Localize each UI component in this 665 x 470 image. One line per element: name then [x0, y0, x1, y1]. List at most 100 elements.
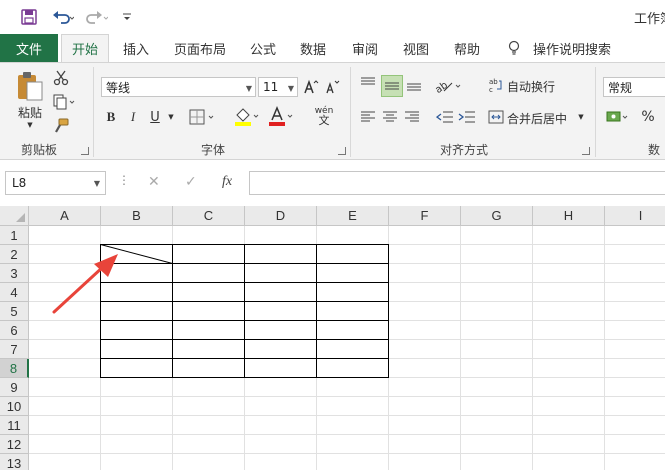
tab-help[interactable]: 帮助 [454, 34, 480, 62]
cancel-icon[interactable]: ✕ [148, 174, 160, 190]
gridline [29, 453, 665, 454]
column-header-h[interactable]: H [533, 206, 605, 226]
tab-home[interactable]: 开始 [61, 34, 110, 62]
row-header-5[interactable]: 5 [0, 302, 29, 321]
tell-me-search[interactable]: 操作说明搜索 [533, 34, 611, 62]
gridline [29, 434, 665, 435]
column-header-c[interactable]: C [173, 206, 245, 226]
align-center-icon[interactable] [381, 109, 399, 125]
worksheet-grid[interactable]: A B C D E F G H I 1 2 3 4 5 6 7 8 9 10 1… [0, 206, 665, 470]
svg-text:c: c [489, 86, 493, 93]
table-border [100, 377, 389, 378]
row-header-7[interactable]: 7 [0, 340, 29, 359]
formula-input[interactable] [249, 171, 665, 195]
font-group-label: 字体 [201, 143, 226, 157]
row-header-3[interactable]: 3 [0, 264, 29, 283]
undo-icon[interactable] [50, 7, 76, 27]
wrap-text-icon[interactable]: ab c [487, 75, 505, 95]
bold-button[interactable]: B [104, 108, 118, 126]
decrease-indent-icon[interactable] [435, 109, 455, 125]
customize-qat-icon[interactable] [120, 7, 134, 27]
row-header-13[interactable]: 13 [0, 454, 29, 470]
save-icon[interactable] [18, 7, 40, 27]
font-color-icon[interactable] [266, 105, 296, 127]
borders-icon[interactable] [188, 108, 218, 126]
phonetic-icon[interactable]: wén 文 [308, 105, 340, 127]
ribbon-tabs: 文件 开始 插入 页面布局 公式 数据 审阅 视图 帮助 操作说明搜索 [0, 34, 665, 62]
paste-button[interactable]: 粘贴 [14, 105, 46, 120]
row-header-10[interactable]: 10 [0, 397, 29, 416]
column-header-i[interactable]: I [605, 206, 665, 226]
copy-icon[interactable] [52, 93, 78, 111]
enter-icon[interactable]: ✓ [185, 174, 197, 190]
tab-data[interactable]: 数据 [300, 34, 326, 62]
tab-insert[interactable]: 插入 [123, 34, 149, 62]
redo-icon[interactable] [84, 7, 110, 27]
title-bar: 工作簿 [0, 0, 665, 34]
row-header-4[interactable]: 4 [0, 283, 29, 302]
orientation-icon[interactable]: ab [433, 75, 465, 95]
clipboard-group-label: 剪贴板 [21, 143, 58, 157]
font-launcher-icon[interactable] [338, 147, 346, 155]
underline-button[interactable]: U [148, 108, 162, 126]
wrap-text-button[interactable]: 自动换行 [507, 77, 555, 95]
column-header-a[interactable]: A [29, 206, 101, 226]
font-size-select[interactable]: 11 ▼ [258, 77, 298, 97]
merge-center-button[interactable]: 合并后居中 [507, 109, 567, 127]
alignment-group-label: 对齐方式 [440, 143, 489, 157]
align-top-icon[interactable] [359, 75, 377, 93]
alignment-launcher-icon[interactable] [582, 147, 590, 155]
row-header-6[interactable]: 6 [0, 321, 29, 340]
column-header-f[interactable]: F [389, 206, 461, 226]
group-separator [350, 67, 351, 157]
select-all-button[interactable] [0, 206, 29, 226]
table-border [100, 358, 389, 359]
row-header-11[interactable]: 11 [0, 416, 29, 435]
shrink-font-icon[interactable] [323, 77, 341, 97]
format-painter-icon[interactable] [52, 117, 70, 135]
tab-page-layout[interactable]: 页面布局 [174, 34, 226, 62]
paste-dropdown-icon[interactable]: ▼ [25, 121, 35, 129]
grow-font-icon[interactable] [302, 77, 320, 97]
row-header-2[interactable]: 2 [0, 245, 29, 264]
column-header-e[interactable]: E [317, 206, 389, 226]
underline-dropdown-icon[interactable]: ▼ [166, 108, 176, 126]
merge-dropdown-icon[interactable]: ▼ [576, 110, 586, 124]
row-header-9[interactable]: 9 [0, 378, 29, 397]
align-right-icon[interactable] [403, 109, 421, 125]
svg-text:ab: ab [434, 80, 450, 93]
gridline [29, 415, 665, 416]
align-bottom-icon[interactable] [405, 75, 423, 93]
column-header-b[interactable]: B [101, 206, 173, 226]
row-header-8[interactable]: 8 [0, 359, 29, 378]
tab-review[interactable]: 审阅 [352, 34, 378, 62]
font-name-select[interactable]: 等线 ▼ [101, 77, 256, 97]
tab-file[interactable]: 文件 [0, 34, 58, 62]
align-left-icon[interactable] [359, 109, 377, 125]
group-separator [595, 67, 596, 157]
clipboard-launcher-icon[interactable] [81, 147, 89, 155]
insert-function-button[interactable]: fx [222, 174, 232, 190]
column-header-g[interactable]: G [461, 206, 533, 226]
name-box[interactable]: L8 ▼ [5, 171, 106, 195]
cut-icon[interactable] [52, 69, 70, 87]
merge-center-icon[interactable] [487, 108, 505, 126]
percent-button[interactable]: % [640, 107, 656, 127]
align-middle-icon[interactable] [381, 75, 403, 97]
table-border [100, 320, 389, 321]
italic-button[interactable]: I [126, 108, 140, 126]
accounting-format-icon[interactable] [605, 107, 633, 127]
increase-indent-icon[interactable] [457, 109, 477, 125]
annotation-arrow [52, 254, 118, 314]
tab-formulas[interactable]: 公式 [250, 34, 276, 62]
lightbulb-icon[interactable] [507, 34, 521, 62]
number-format-select[interactable]: 常规 [603, 77, 665, 97]
row-header-12[interactable]: 12 [0, 435, 29, 454]
tab-view[interactable]: 视图 [403, 34, 429, 62]
fill-color-icon[interactable] [232, 105, 262, 127]
gridline [29, 396, 665, 397]
column-header-d[interactable]: D [245, 206, 317, 226]
row-header-1[interactable]: 1 [0, 226, 29, 245]
paste-icon[interactable] [14, 69, 46, 103]
formula-bar: L8 ▼ ⋮ ✕ ✓ fx [0, 160, 665, 206]
